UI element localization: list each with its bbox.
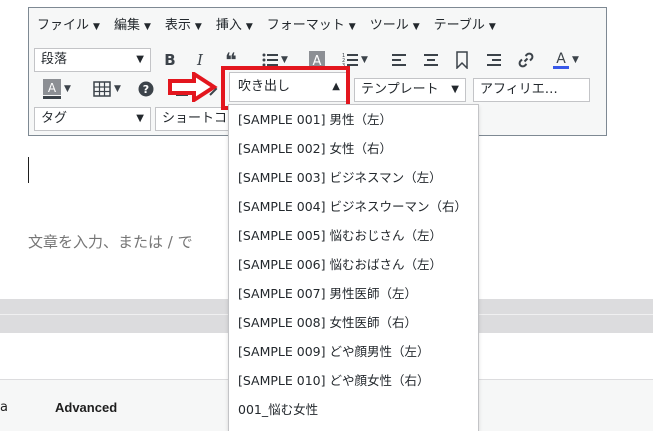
link-button[interactable]: [516, 48, 536, 72]
list-item[interactable]: [SAMPLE 009] どや顔男性（左）: [229, 337, 478, 366]
table-button[interactable]: ▼: [87, 77, 127, 101]
svg-text:A: A: [556, 51, 566, 67]
list-item[interactable]: [SAMPLE 004] ビジネスウーマン（右）: [229, 192, 478, 221]
menu-insert[interactable]: 挿入 ▼: [216, 14, 253, 33]
block-placeholder[interactable]: 文章を入力、または / で: [28, 231, 193, 252]
list-item[interactable]: [SAMPLE 001] 男性（左）: [229, 105, 478, 134]
background-color-button[interactable]: A ▼: [35, 77, 79, 101]
svg-text:?: ?: [143, 83, 149, 96]
help-button[interactable]: ?: [136, 77, 156, 101]
menu-view[interactable]: 表示 ▼: [165, 14, 202, 33]
bullet-list-icon: [262, 53, 279, 67]
template-select[interactable]: テンプレート ▼: [354, 78, 466, 102]
table-icon: [93, 81, 111, 97]
text-color-icon: A: [553, 51, 570, 69]
list-item[interactable]: [SAMPLE 002] 女性（右）: [229, 134, 478, 163]
menu-tools[interactable]: ツール ▼: [370, 14, 420, 33]
align-center-icon: [424, 54, 438, 66]
tag-select[interactable]: タグ ▼: [34, 107, 151, 131]
text-cursor: [28, 157, 29, 183]
bookmark-button[interactable]: [452, 48, 472, 72]
align-right-icon: [487, 54, 501, 66]
tab-advanced[interactable]: Advanced: [55, 400, 117, 415]
svg-text:A: A: [48, 81, 57, 95]
list-item[interactable]: [SAMPLE 003] ビジネスマン（左）: [229, 163, 478, 192]
menu-table[interactable]: テーブル ▼: [434, 14, 496, 33]
text-color-button[interactable]: A ▼: [545, 48, 587, 72]
help-icon: ?: [138, 81, 154, 97]
list-item[interactable]: 001_悩む女性: [229, 395, 478, 424]
bold-button[interactable]: B: [159, 48, 181, 72]
menubar: ファイル ▼ 編集 ▼ 表示 ▼ 挿入 ▼ フォーマット ▼ ツール ▼ テーブル ▼: [29, 8, 606, 38]
bubble-dropdown-list: [SAMPLE 001] 男性（左） [SAMPLE 002] 女性（右） [S…: [228, 104, 479, 431]
bookmark-icon: [456, 51, 468, 69]
background-color-icon: A: [43, 79, 62, 99]
format-select[interactable]: 段落 ▼: [34, 48, 151, 72]
annotation-arrow-icon: [168, 72, 218, 102]
affiliate-select[interactable]: アフィリエ…: [473, 78, 590, 102]
italic-button[interactable]: I: [189, 48, 211, 72]
list-item[interactable]: [SAMPLE 005] 悩むおじさん（左）: [229, 221, 478, 250]
align-right-button[interactable]: [484, 48, 504, 72]
align-left-button[interactable]: [389, 48, 409, 72]
shortcode-select[interactable]: ショートコ: [155, 107, 235, 131]
menu-format[interactable]: フォーマット ▼: [267, 14, 356, 33]
link-icon: [518, 52, 534, 68]
numbered-list-icon: 123: [342, 53, 359, 67]
align-left-icon: [392, 54, 406, 66]
menu-file[interactable]: ファイル ▼: [37, 14, 100, 33]
menu-edit[interactable]: 編集 ▼: [114, 14, 151, 33]
list-item[interactable]: [SAMPLE 006] 悩むおばさん（左）: [229, 250, 478, 279]
align-center-button[interactable]: [421, 48, 441, 72]
tab-partial[interactable]: a: [0, 400, 8, 415]
list-item[interactable]: [SAMPLE 010] どや顔女性（右）: [229, 366, 478, 395]
list-item[interactable]: [SAMPLE 008] 女性医師（右）: [229, 308, 478, 337]
list-item[interactable]: [SAMPLE 007] 男性医師（左）: [229, 279, 478, 308]
